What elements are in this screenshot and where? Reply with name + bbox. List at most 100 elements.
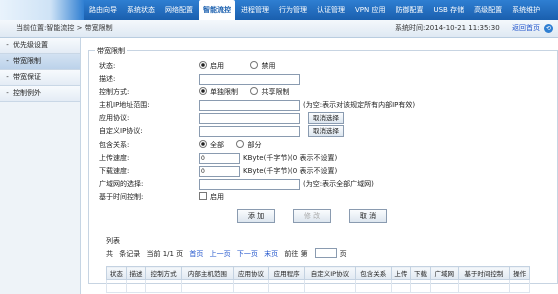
include-partial-radio[interactable] xyxy=(236,140,245,148)
table-cell xyxy=(304,279,356,293)
next-page-link[interactable]: 下一页 xyxy=(237,250,258,258)
nav-item-7[interactable]: 认证管理 xyxy=(313,0,349,20)
nav-item-1[interactable]: 路由向导 xyxy=(85,0,121,20)
upload-speed-label: 上传速度: xyxy=(99,154,130,162)
sidebar: - 优先级设置 - 带宽限制 - 带宽保证 - 控制例外 xyxy=(0,38,81,294)
include-all-radio[interactable] xyxy=(199,140,207,148)
table-cell xyxy=(268,279,306,293)
custom-ip-protocol-input[interactable] xyxy=(199,126,300,137)
mode-single-radio[interactable] xyxy=(199,87,207,95)
sidebar-marker: - xyxy=(6,89,9,97)
prev-page-link[interactable]: 上一页 xyxy=(210,250,231,258)
time-control-label: 基于时间控制: xyxy=(99,193,144,201)
cancel-button[interactable]: 取 消 xyxy=(349,209,387,223)
time-control-checkbox[interactable] xyxy=(199,192,207,200)
main-menu: 路由向导 系统状态 网络配置 智能流控 进程管理 行为管理 认证管理 VPN 应用 防御配置 US… xyxy=(84,0,545,20)
table-cell xyxy=(106,279,127,293)
status-off-radio[interactable] xyxy=(250,61,259,69)
table-cell xyxy=(125,279,147,293)
top-navigation-bar: 路由向导 系统状态 网络配置 智能流控 进程管理 行为管理 认证管理 VPN 应用 防御配置 US… xyxy=(0,0,558,20)
app-protocol-clear-button[interactable]: 取消选择 xyxy=(308,112,344,124)
app-protocol-input[interactable] xyxy=(199,113,300,124)
wan-select-input[interactable] xyxy=(199,179,300,190)
include-all-label: 全部 xyxy=(210,141,224,149)
column-header: 基于时间控制 xyxy=(457,266,511,280)
table-cell xyxy=(429,279,459,293)
time-control-opt-label: 启用 xyxy=(210,193,224,201)
custom-ip-protocol-label: 自定义IP协议: xyxy=(99,127,143,135)
pagination: 共 条记录 当前 1/1 页 首页 上一页 下一页 末页 前往 第 页 xyxy=(106,248,351,259)
column-header: 广域网 xyxy=(429,266,459,280)
table-cell xyxy=(410,279,431,293)
column-header: 上传 xyxy=(390,266,412,280)
mode-shared-label: 共享限制 xyxy=(261,88,290,96)
back-home-link[interactable]: 返回首页 xyxy=(512,20,540,37)
status-off-label: 禁用 xyxy=(261,62,276,70)
pager-total-prefix: 共 xyxy=(106,250,113,258)
pager-records-label: 条记录 xyxy=(119,250,141,258)
nav-item-11[interactable]: 高级配置 xyxy=(470,0,506,20)
upload-speed-unit: KByte(千字节)(0 表示不设置) xyxy=(243,154,338,162)
sidebar-item-label: 控制例外 xyxy=(13,89,41,97)
column-header: 内部主机范围 xyxy=(181,266,234,280)
sidebar-item-label: 优先级设置 xyxy=(13,41,48,49)
nav-item-3[interactable]: 网络配置 xyxy=(161,0,197,20)
goto-page-input[interactable] xyxy=(314,248,337,258)
panel-title: 带宽限制 xyxy=(95,46,127,56)
table-cell xyxy=(390,279,412,293)
upload-speed-input[interactable]: 0 xyxy=(199,153,240,164)
table-row xyxy=(106,279,530,293)
home-icon[interactable]: ⟲ xyxy=(544,24,553,33)
host-ip-input[interactable] xyxy=(199,100,300,111)
mode-single-label: 单独限制 xyxy=(210,88,238,96)
status-bar: 当前位置:智能流控 > 带宽限制 系统时间:2014-10-21 11:35:3… xyxy=(0,20,558,38)
column-header: 下载 xyxy=(410,266,431,280)
last-page-link[interactable]: 末页 xyxy=(264,250,278,258)
first-page-link[interactable]: 首页 xyxy=(189,250,203,258)
add-button[interactable]: 添 加 xyxy=(237,209,275,223)
host-ip-hint: (为空:表示对该规定所有内部IP有效) xyxy=(303,101,416,109)
goto-suffix: 页 xyxy=(339,250,347,258)
table-cell xyxy=(509,279,530,293)
column-header: 操作 xyxy=(509,266,530,280)
table-header-row: 状态 描述 控制方式 内部主机范围 应用协议 应用程序 自定义IP协议 包含关系 上传 下载 广域网… xyxy=(106,266,530,280)
sidebar-item-1[interactable]: - 优先级设置 xyxy=(0,38,80,54)
nav-item-2[interactable]: 系统状态 xyxy=(123,0,159,20)
nav-item-10[interactable]: USB 存储 xyxy=(429,0,468,20)
column-header: 描述 xyxy=(125,266,147,280)
sidebar-marker: - xyxy=(6,73,9,81)
pager-current-page: 当前 1/1 页 xyxy=(146,250,184,258)
include-partial-label: 部分 xyxy=(247,141,262,149)
main-content: 带宽限制 状态: 启用 禁用 描述: 控制方式: 单独限制 共享限制 主机IP地… xyxy=(80,38,558,294)
sidebar-item-4[interactable]: - 控制例外 xyxy=(0,86,80,102)
sidebar-item-label: 带宽保证 xyxy=(13,73,41,81)
sidebar-item-2[interactable]: - 带宽限制 xyxy=(0,54,80,70)
download-speed-input[interactable]: 0 xyxy=(199,166,240,177)
nav-item-12[interactable]: 系统维护 xyxy=(508,0,544,20)
description-input[interactable] xyxy=(199,74,300,85)
custom-ip-protocol-clear-button[interactable]: 取消选择 xyxy=(308,125,344,137)
table-cell xyxy=(232,279,270,293)
column-header: 控制方式 xyxy=(145,266,183,280)
status-label: 状态: xyxy=(99,62,116,70)
nav-item-9[interactable]: 防御配置 xyxy=(391,0,427,20)
list-title: 列表 xyxy=(106,237,120,245)
modify-button[interactable]: 修 改 xyxy=(293,209,331,223)
table-cell xyxy=(457,279,511,293)
wan-select-hint: (为空:表示全部广域网) xyxy=(303,180,374,188)
download-speed-label: 下载速度: xyxy=(99,167,130,175)
system-time: 系统时间:2014-10-21 11:35:30 xyxy=(395,24,500,32)
description-label: 描述: xyxy=(99,75,116,83)
nav-item-6[interactable]: 行为管理 xyxy=(275,0,311,20)
sidebar-marker: - xyxy=(6,41,9,49)
mode-shared-radio[interactable] xyxy=(250,87,259,95)
control-mode-label: 控制方式: xyxy=(99,88,130,96)
sidebar-item-3[interactable]: - 带宽保证 xyxy=(0,70,80,86)
nav-item-8[interactable]: VPN 应用 xyxy=(351,0,389,20)
rules-table: 状态 描述 控制方式 内部主机范围 应用协议 应用程序 自定义IP协议 包含关系 上传 下载 广域网… xyxy=(106,266,530,293)
wan-select-label: 广域网的选择: xyxy=(99,180,144,188)
nav-item-5[interactable]: 进程管理 xyxy=(237,0,273,20)
app-protocol-label: 应用协议: xyxy=(99,114,130,122)
status-on-radio[interactable] xyxy=(199,61,207,69)
nav-item-4[interactable]: 智能流控 xyxy=(199,0,235,20)
